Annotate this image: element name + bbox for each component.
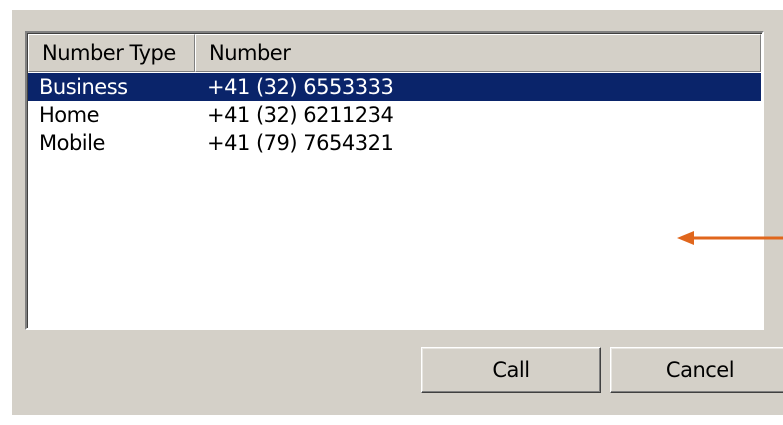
cell-number: +41 (32) 6553333	[207, 75, 394, 99]
column-header-number[interactable]: Number	[195, 34, 761, 72]
list-header: Number Type Number	[28, 34, 761, 72]
call-button[interactable]: Call	[421, 347, 601, 393]
cell-number: +41 (79) 7654321	[207, 131, 394, 155]
cell-number: +41 (32) 6211234	[207, 103, 394, 127]
cell-number-type: Mobile	[39, 131, 105, 155]
list-item-mobile[interactable]: Mobile +41 (79) 7654321	[28, 129, 761, 157]
cell-number-type: Business	[39, 75, 128, 99]
cancel-button[interactable]: Cancel	[610, 347, 783, 393]
list-rows: Business +41 (32) 6553333 Home +41 (32) …	[28, 73, 761, 157]
list-item-home[interactable]: Home +41 (32) 6211234	[28, 101, 761, 129]
phone-number-list[interactable]: Number Type Number Business +41 (32) 655…	[25, 31, 764, 330]
column-header-number-type[interactable]: Number Type	[28, 34, 195, 72]
cell-number-type: Home	[39, 103, 100, 127]
list-item-business[interactable]: Business +41 (32) 6553333	[28, 73, 761, 101]
